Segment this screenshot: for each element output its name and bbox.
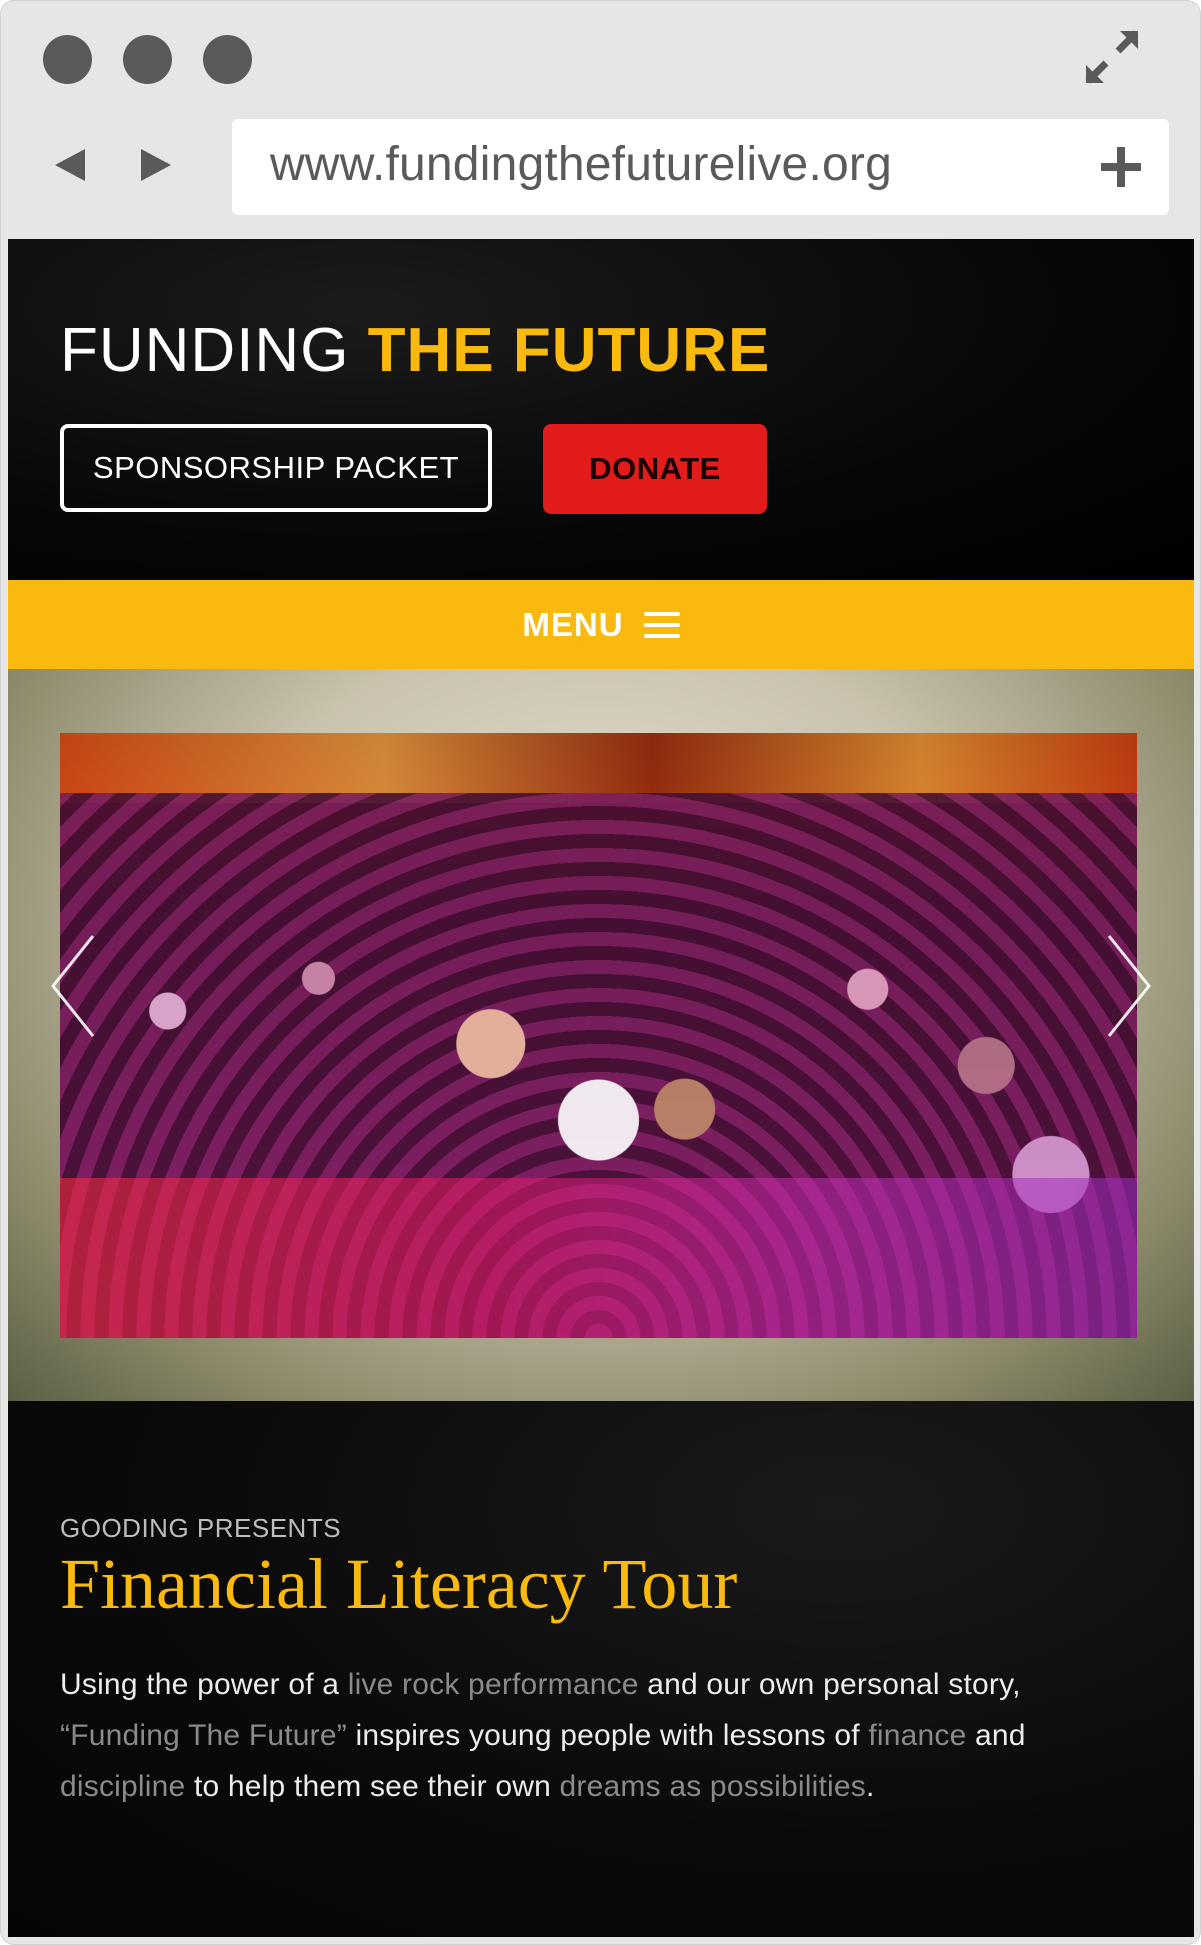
highlight-text: “Funding The Future” [60,1719,347,1752]
intro-section: GOODING PRESENTS Financial Literacy Tour… [8,1401,1194,1937]
site-logo[interactable]: FUNDING THE FUTURE [60,315,770,386]
paragraph-text: Using the power of a [60,1668,348,1701]
menu-bar[interactable]: MENU [8,580,1194,669]
highlight-text: dreams as possibilities [559,1770,866,1803]
expand-icon[interactable] [1082,27,1142,87]
address-bar[interactable]: www.fundingthefuturelive.org [232,119,1169,215]
maximize-dot[interactable] [203,35,252,84]
paragraph-text: and our own personal story, [638,1668,1021,1701]
back-arrow-icon[interactable] [53,147,87,183]
highlight-text: discipline [60,1770,186,1803]
web-page: FUNDING THE FUTURE SPONSORSHIP PACKET DO… [8,239,1194,1937]
logo-text-white: FUNDING [60,316,368,385]
forward-arrow-icon[interactable] [139,147,173,183]
menu-label[interactable]: MENU [522,606,623,644]
donate-button[interactable]: DONATE [543,424,767,514]
hero-slider [8,669,1194,1401]
hamburger-icon[interactable] [643,611,680,638]
plus-icon[interactable] [1099,145,1143,189]
section-title: Financial Literacy Tour [60,1544,738,1624]
logo-text-yellow: THE FUTURE [367,316,771,385]
highlight-text: finance [868,1719,967,1752]
hero-photo-audience [60,733,1137,1338]
paragraph-text: . [865,1770,875,1803]
minimize-dot[interactable] [123,35,172,84]
chevron-right-icon[interactable] [1104,931,1154,1041]
browser-window: www.fundingthefuturelive.org FUNDING THE… [0,0,1201,1945]
window-controls [43,35,252,84]
paragraph-text: to help them see their own [185,1770,560,1803]
highlight-text: live rock performance [347,1668,639,1701]
paragraph-text: and [966,1719,1026,1752]
sponsorship-packet-button[interactable]: SPONSORSHIP PACKET [60,424,492,512]
close-dot[interactable] [43,35,92,84]
site-header: FUNDING THE FUTURE SPONSORSHIP PACKET DO… [8,239,1194,580]
eyebrow-text: GOODING PRESENTS [60,1513,342,1543]
paragraph-text: inspires young people with lessons of [346,1719,869,1752]
intro-paragraph: Using the power of a live rock performan… [60,1659,1140,1812]
url-text[interactable]: www.fundingthefuturelive.org [270,137,892,192]
chevron-left-icon[interactable] [48,931,98,1041]
